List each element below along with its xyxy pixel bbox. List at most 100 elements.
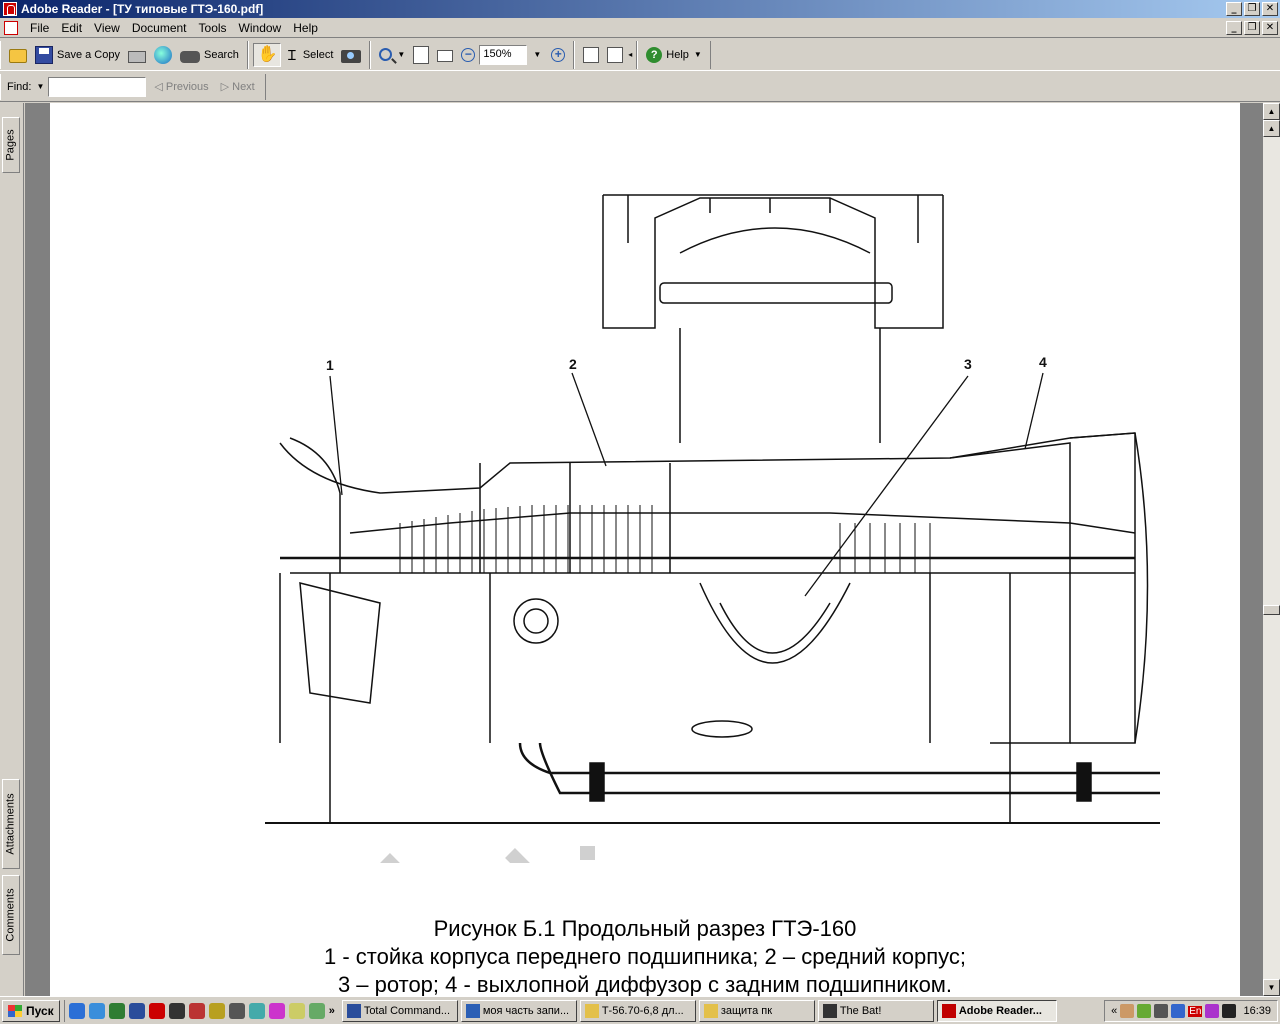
snapshot-button[interactable] <box>337 43 365 67</box>
fit-page-button[interactable] <box>409 43 433 67</box>
acrobat-icon[interactable] <box>148 1002 165 1019</box>
calculator-icon[interactable] <box>308 1002 325 1019</box>
tray-bug-icon[interactable] <box>1222 1004 1237 1018</box>
scroll-up-button[interactable]: ▲ <box>1263 120 1280 137</box>
menu-view[interactable]: View <box>88 21 126 35</box>
windows-flag-icon <box>8 1004 22 1017</box>
scroll-down-button[interactable]: ▼ <box>1263 979 1280 996</box>
select-tool-button[interactable]: Ɪ Select <box>281 43 338 67</box>
close-button[interactable]: ✕ <box>1262 2 1278 16</box>
zoom-in-button[interactable]: + <box>547 43 569 67</box>
media-icon[interactable] <box>228 1002 245 1019</box>
email-button[interactable] <box>150 43 176 67</box>
doc-minimize-button[interactable]: _ <box>1226 21 1242 35</box>
watermark <box>380 846 595 863</box>
tray-monitor-icon[interactable] <box>1171 1004 1186 1018</box>
language-indicator[interactable]: En <box>1188 1005 1203 1017</box>
notepad-icon[interactable] <box>288 1002 305 1019</box>
task-adobe-reader[interactable]: Adobe Reader... <box>936 999 1057 1022</box>
menu-window[interactable]: Window <box>233 21 288 35</box>
folder-open-icon <box>9 49 27 63</box>
turbine-cross-section-drawing: 1 2 3 4 <box>265 194 1160 863</box>
outlook-icon[interactable] <box>88 1002 105 1019</box>
find-input[interactable] <box>48 76 147 97</box>
zoom-level-field[interactable]: 150% <box>479 44 528 65</box>
rotate-clockwise-button[interactable] <box>603 43 627 67</box>
magnifier-icon <box>379 48 393 61</box>
zoom-dropdown-icon[interactable]: ▼ <box>533 50 541 59</box>
start-button[interactable]: Пуск <box>2 999 60 1022</box>
find-previous-button[interactable]: ◁ Previous <box>150 80 212 94</box>
chevron-down-icon: ▼ <box>397 50 406 59</box>
start-label: Пуск <box>26 1003 54 1018</box>
menu-file[interactable]: File <box>24 21 55 35</box>
total-commander-icon[interactable] <box>128 1002 145 1019</box>
icq-icon[interactable] <box>248 1002 265 1019</box>
task-label: Adobe Reader... <box>958 1004 1042 1017</box>
search-button[interactable]: Search <box>176 43 243 67</box>
tab-comments[interactable]: Comments <box>2 875 20 955</box>
tray-expand-button[interactable]: « <box>1111 1005 1117 1017</box>
quick-launch: » <box>63 999 339 1022</box>
minus-circle-icon: − <box>461 47 476 62</box>
document-icon[interactable] <box>4 20 18 35</box>
task-word-doc[interactable]: моя часть запи... <box>460 999 577 1022</box>
excel-icon[interactable] <box>108 1002 125 1019</box>
adobe-reader-icon <box>3 2 17 16</box>
tab-pages[interactable]: Pages <box>2 117 20 173</box>
window-title: Adobe Reader - [ТУ типовые ГТЭ-160.pdf] <box>21 2 264 16</box>
zoom-in-tool-button[interactable]: ▼ <box>375 43 409 67</box>
figure-caption-legend-1: 1 - стойка корпуса переднего подшипника;… <box>323 944 967 969</box>
fit-width-button[interactable] <box>433 43 457 67</box>
zoom-out-button[interactable]: − <box>457 43 479 67</box>
clock[interactable]: 16:39 <box>1243 1005 1271 1017</box>
search-label: Search <box>203 48 239 61</box>
fit-width-icon <box>437 50 454 62</box>
system-tray: « En 16:39 <box>1104 1000 1278 1022</box>
task-the-bat[interactable]: The Bat! <box>817 999 934 1022</box>
help-button[interactable]: ? Help ▼ <box>642 43 706 67</box>
doc-close-button[interactable]: ✕ <box>1262 21 1278 35</box>
winamp-icon[interactable] <box>268 1002 285 1019</box>
find-next-button[interactable]: ▷ Next <box>217 80 259 94</box>
ie-icon[interactable] <box>68 1002 85 1019</box>
save-copy-button[interactable]: Save a Copy <box>31 43 124 67</box>
open-button[interactable] <box>5 43 31 67</box>
tab-comments-label: Comments <box>5 888 17 942</box>
task-folder-t56[interactable]: Т-56.70-6,8 дл... <box>579 999 696 1022</box>
task-label: The Bat! <box>839 1004 882 1017</box>
select-label: Select <box>302 48 334 61</box>
restore-button[interactable]: ❐ <box>1244 2 1260 16</box>
find-options-icon[interactable]: ▼ <box>36 82 44 91</box>
menu-help[interactable]: Help <box>287 21 324 35</box>
bat-icon[interactable] <box>168 1002 185 1019</box>
rotate-counterclockwise-button[interactable] <box>579 43 603 67</box>
tab-attachments[interactable]: Attachments <box>2 779 20 869</box>
print-button[interactable] <box>124 43 150 67</box>
tray-antivirus-icon[interactable] <box>1137 1004 1152 1018</box>
tray-flag-icon[interactable] <box>1205 1004 1220 1018</box>
minimize-button[interactable]: _ <box>1226 2 1242 16</box>
menu-tools[interactable]: Tools <box>193 21 233 35</box>
tray-network-icon[interactable] <box>1154 1004 1169 1018</box>
document-viewer[interactable]: 1 2 3 4 Рисунок Б.1 Продольный разрез ГТ… <box>25 103 1240 996</box>
opera-icon[interactable] <box>188 1002 205 1019</box>
quick-launch-overflow[interactable]: » <box>329 1005 335 1017</box>
scrollbar-thumb[interactable] <box>1263 605 1280 615</box>
vertical-scrollbar[interactable]: ▲ ▲ ▼ <box>1263 103 1280 996</box>
fit-page-icon <box>413 45 430 64</box>
menu-edit[interactable]: Edit <box>55 21 88 35</box>
toolbar-more-icon[interactable]: ◂ <box>628 50 632 59</box>
task-total-commander[interactable]: Total Command... <box>341 999 458 1022</box>
find-label[interactable]: Find: <box>7 81 31 93</box>
task-folder-zashchita[interactable]: защита пк <box>698 999 815 1022</box>
menu-document[interactable]: Document <box>126 21 193 35</box>
doc-restore-button[interactable]: ❐ <box>1244 21 1260 35</box>
hand-tool-button[interactable]: ✋ <box>252 42 281 67</box>
windows-taskbar: Пуск » Total Command... моя часть запи..… <box>0 996 1280 1024</box>
app-icon[interactable] <box>208 1002 225 1019</box>
hand-icon: ✋ <box>257 45 278 63</box>
tray-app-icon[interactable] <box>1120 1004 1135 1018</box>
text-cursor-icon: Ɪ <box>287 46 296 63</box>
scroll-top-button[interactable]: ▲ <box>1263 103 1280 120</box>
